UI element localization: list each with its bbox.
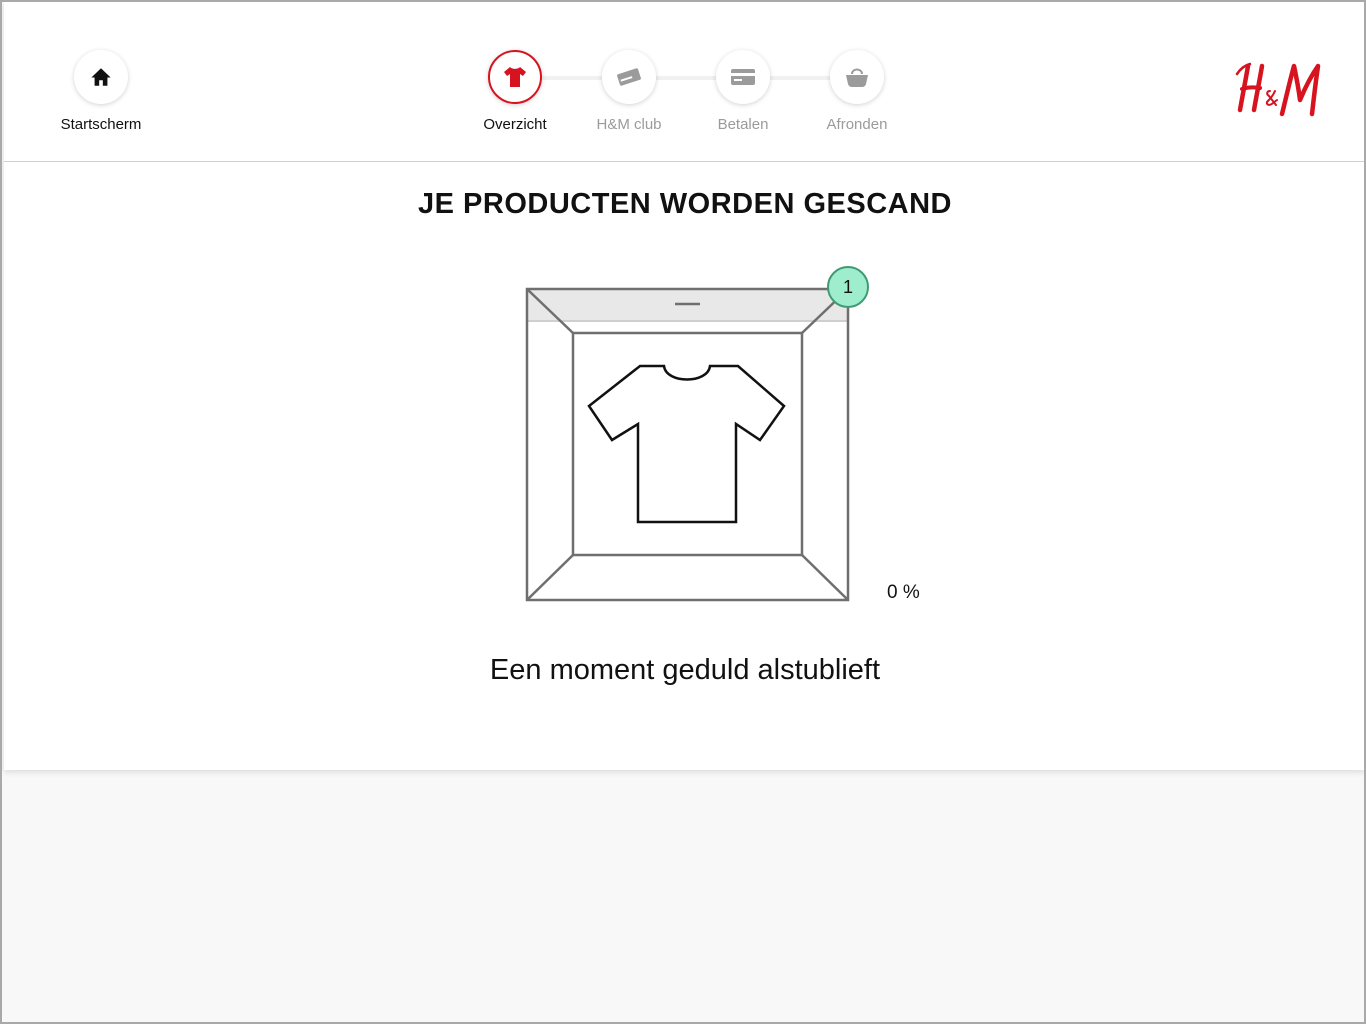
header: Startscherm Overzicht H&M club Betalen A… — [4, 2, 1364, 162]
item-count-badge: 1 — [827, 266, 869, 308]
step-afronden-circle[interactable] — [830, 50, 884, 104]
step-afronden[interactable]: Afronden — [797, 50, 917, 133]
main-card: Startscherm Overzicht H&M club Betalen A… — [4, 2, 1364, 770]
scan-progress-percent: 0 % — [887, 582, 920, 603]
scanner-box-illustration — [525, 287, 850, 602]
hm-logo — [1235, 62, 1321, 117]
wait-message: Een moment geduld alstublieft — [489, 654, 881, 686]
step-betalen[interactable]: Betalen — [683, 50, 803, 133]
step-hm-club[interactable]: H&M club — [569, 50, 689, 133]
step-overzicht[interactable]: Overzicht — [455, 50, 575, 133]
card-icon — [617, 68, 641, 86]
step-hm-club-label: H&M club — [596, 116, 662, 133]
step-afronden-label: Afronden — [826, 116, 888, 133]
tshirt-icon — [504, 67, 526, 87]
step-betalen-label: Betalen — [717, 116, 769, 133]
step-overzicht-circle[interactable] — [488, 50, 542, 104]
home-icon — [91, 68, 111, 86]
step-betalen-circle[interactable] — [716, 50, 770, 104]
payment-card-icon — [731, 69, 755, 85]
step-hm-club-circle[interactable] — [602, 50, 656, 104]
home-circle[interactable] — [74, 50, 128, 104]
step-overzicht-label: Overzicht — [483, 116, 547, 133]
home-label: Startscherm — [60, 116, 142, 133]
app-frame: Startscherm Overzicht H&M club Betalen A… — [0, 0, 1366, 1024]
bag-icon — [846, 68, 868, 87]
page-title: JE PRODUCTEN WORDEN GESCAND — [418, 188, 952, 220]
home-button[interactable]: Startscherm — [41, 50, 161, 133]
